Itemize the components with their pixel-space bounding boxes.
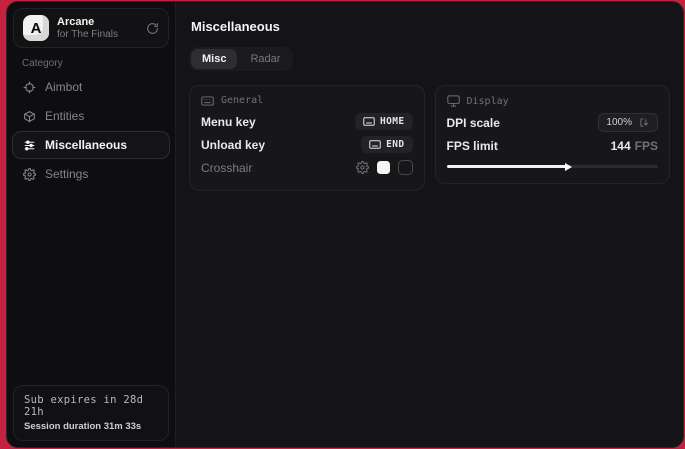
unload-key-row: Unload key END bbox=[201, 133, 413, 156]
sidebar: A Arcane for The Finals Category Aimbot bbox=[7, 2, 175, 447]
dropdown-icon bbox=[639, 117, 650, 128]
category-label: Category bbox=[22, 58, 175, 69]
crosshair-icon bbox=[23, 81, 36, 94]
crosshair-settings-gear-icon[interactable] bbox=[356, 161, 369, 174]
crosshair-color-swatch[interactable] bbox=[377, 161, 390, 174]
app-window: A Arcane for The Finals Category Aimbot bbox=[6, 1, 684, 448]
app-header-card: A Arcane for The Finals bbox=[13, 8, 169, 48]
sidebar-item-settings[interactable]: Settings bbox=[12, 160, 170, 188]
tab-bar: Misc Radar bbox=[189, 47, 293, 71]
crosshair-label: Crosshair bbox=[201, 161, 252, 175]
keyboard-icon bbox=[363, 117, 375, 126]
menu-key-row: Menu key HOME bbox=[201, 110, 413, 133]
fps-limit-row: FPS limit 144 FPS bbox=[447, 134, 659, 157]
unload-key-label: Unload key bbox=[201, 138, 265, 152]
tab-misc[interactable]: Misc bbox=[191, 49, 237, 69]
sidebar-item-label: Miscellaneous bbox=[45, 138, 127, 152]
tab-radar[interactable]: Radar bbox=[239, 49, 291, 69]
app-logo: A bbox=[23, 15, 49, 41]
sliders-icon bbox=[23, 139, 36, 152]
keyboard-icon bbox=[369, 140, 381, 149]
menu-key-label: Menu key bbox=[201, 115, 256, 129]
page-title: Miscellaneous bbox=[176, 2, 683, 34]
app-name: Arcane bbox=[57, 16, 138, 29]
sidebar-nav: Aimbot Entities Miscella bbox=[7, 73, 175, 188]
fps-slider-thumb[interactable] bbox=[565, 163, 572, 171]
sidebar-item-miscellaneous[interactable]: Miscellaneous bbox=[12, 131, 170, 159]
menu-key-value: HOME bbox=[380, 116, 404, 127]
dpi-scale-label: DPI scale bbox=[447, 116, 500, 130]
sidebar-item-label: Entities bbox=[45, 109, 84, 123]
menu-key-bind-button[interactable]: HOME bbox=[355, 113, 412, 130]
refresh-icon[interactable] bbox=[146, 22, 159, 35]
general-card-title: General bbox=[221, 95, 263, 106]
fps-limit-value: 144 bbox=[611, 139, 631, 153]
dpi-scale-value: 100% bbox=[606, 117, 632, 128]
sub-expiry-text: Sub expires in 28d 21h bbox=[24, 394, 158, 418]
crosshair-row: Crosshair bbox=[201, 156, 413, 179]
dpi-scale-row: DPI scale 100% bbox=[447, 111, 659, 134]
sidebar-item-label: Settings bbox=[45, 167, 88, 181]
unload-key-value: END bbox=[386, 139, 404, 150]
fps-slider-fill bbox=[447, 165, 568, 168]
general-card: General Menu key HOME Unload key bbox=[189, 85, 425, 191]
subscription-status-card: Sub expires in 28d 21h Session duration … bbox=[13, 385, 169, 441]
sidebar-item-entities[interactable]: Entities bbox=[12, 102, 170, 130]
crosshair-checkbox[interactable] bbox=[398, 160, 413, 175]
keyboard-icon bbox=[201, 96, 214, 106]
display-card-title: Display bbox=[467, 96, 509, 107]
fps-limit-unit: FPS bbox=[635, 139, 658, 153]
monitor-icon bbox=[447, 95, 460, 107]
fps-limit-slider[interactable] bbox=[447, 160, 659, 172]
sidebar-item-label: Aimbot bbox=[45, 80, 82, 94]
fps-limit-label: FPS limit bbox=[447, 139, 498, 153]
gear-icon bbox=[23, 168, 36, 181]
session-duration-text: Session duration 31m 33s bbox=[24, 421, 158, 432]
main-panel: Miscellaneous Misc Radar General bbox=[175, 2, 683, 447]
sidebar-item-aimbot[interactable]: Aimbot bbox=[12, 73, 170, 101]
dpi-scale-select[interactable]: 100% bbox=[598, 113, 658, 132]
entities-icon bbox=[23, 110, 36, 123]
display-card: Display DPI scale 100% bbox=[435, 85, 671, 184]
app-subtitle: for The Finals bbox=[57, 29, 138, 41]
unload-key-bind-button[interactable]: END bbox=[361, 136, 412, 153]
